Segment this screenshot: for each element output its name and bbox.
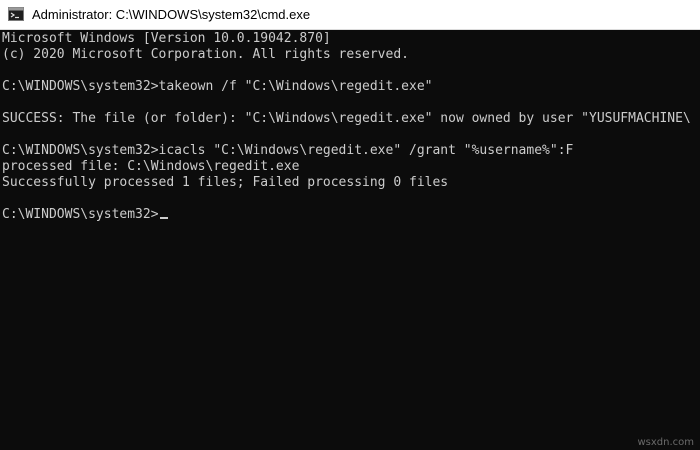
console-line: C:\WINDOWS\system32>takeown /f "C:\Windo…	[2, 79, 433, 94]
prompt-line[interactable]: C:\WINDOWS\system32>	[2, 207, 691, 223]
console-line: SUCCESS: The file (or folder): "C:\Windo…	[2, 111, 691, 126]
watermark: wsxdn.com	[637, 437, 694, 448]
text-cursor	[159, 217, 168, 219]
title-bar[interactable]: Administrator: C:\WINDOWS\system32\cmd.e…	[0, 0, 700, 30]
console-line: Microsoft Windows [Version 10.0.19042.87…	[2, 31, 331, 46]
console-line: processed file: C:\Windows\regedit.exe	[2, 159, 300, 174]
console-line: Successfully processed 1 files; Failed p…	[2, 175, 449, 190]
cmd-window: Administrator: C:\WINDOWS\system32\cmd.e…	[0, 0, 700, 450]
console-text: Microsoft Windows [Version 10.0.19042.87…	[2, 31, 691, 223]
console-output[interactable]: Microsoft Windows [Version 10.0.19042.87…	[0, 30, 700, 450]
console-line: (c) 2020 Microsoft Corporation. All righ…	[2, 47, 409, 62]
cmd-icon	[8, 7, 24, 21]
prompt-text: C:\WINDOWS\system32>	[2, 207, 159, 222]
console-line: C:\WINDOWS\system32>icacls "C:\Windows\r…	[2, 143, 574, 158]
window-title: Administrator: C:\WINDOWS\system32\cmd.e…	[32, 7, 311, 22]
